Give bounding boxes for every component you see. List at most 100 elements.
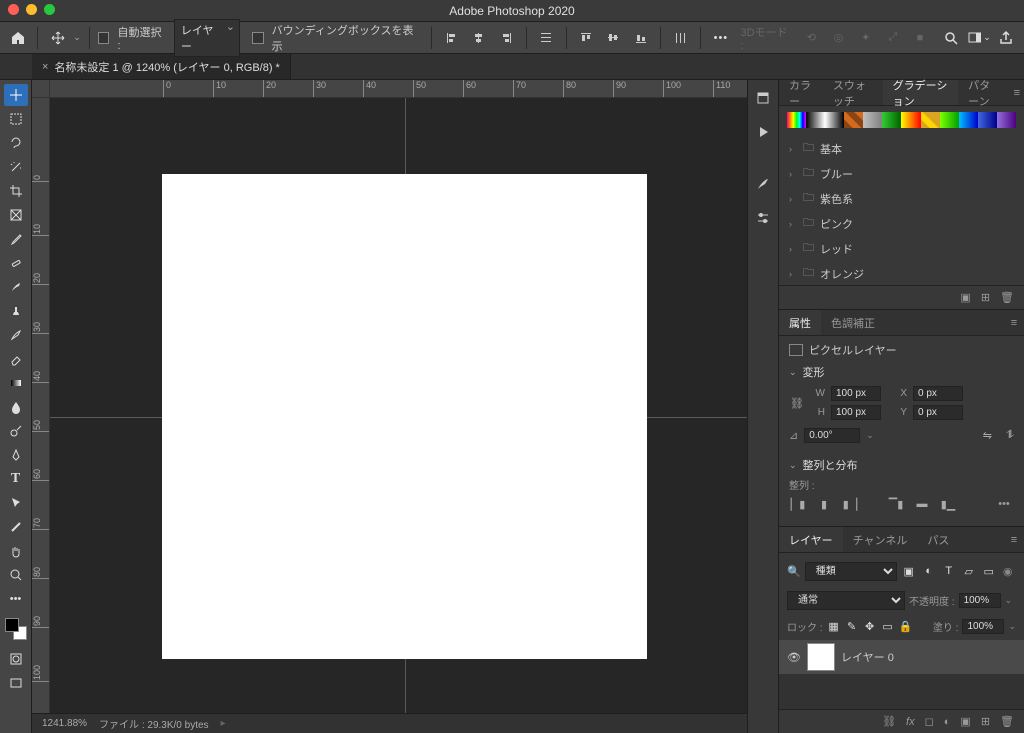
blend-mode-dropdown[interactable]: 通常 [787, 591, 905, 610]
home-button[interactable] [6, 26, 29, 50]
gradient-swatch[interactable] [882, 112, 901, 128]
align-right-button[interactable] [495, 26, 518, 50]
gradient-swatch[interactable] [863, 112, 882, 128]
align-right-btn[interactable]: ▮▕ [841, 496, 859, 512]
gradient-swatch[interactable] [940, 112, 959, 128]
layer-mask-icon[interactable]: ◻ [925, 715, 934, 728]
new-item-icon[interactable]: ⊞ [981, 291, 990, 304]
layer-list[interactable]: 👁 レイヤー 0 [779, 640, 1024, 709]
gradient-swatch[interactable] [997, 112, 1016, 128]
lock-all-icon[interactable]: 🔒 [899, 614, 913, 638]
gradient-swatch[interactable] [806, 112, 825, 128]
color-swatches[interactable] [5, 618, 27, 640]
layer-name[interactable]: レイヤー 0 [841, 649, 894, 665]
history-brush-tool[interactable] [4, 324, 28, 346]
auto-select-target-dropdown[interactable]: レイヤー [174, 19, 240, 57]
auto-select-checkbox[interactable] [98, 32, 110, 44]
gradient-folder-row[interactable]: ›🗀基本 [779, 136, 1024, 161]
marquee-tool[interactable] [4, 108, 28, 130]
type-tool[interactable]: T [4, 468, 28, 490]
history-panel-icon[interactable] [751, 86, 775, 110]
align-top-btn[interactable]: ▔▮ [887, 496, 905, 512]
flip-h-icon[interactable]: ⇋ [983, 429, 992, 442]
lock-position-icon[interactable]: ✥ [863, 614, 877, 638]
tab-channels[interactable]: チャンネル [843, 527, 918, 552]
layer-visibility-icon[interactable]: 👁 [787, 651, 801, 664]
width-input[interactable] [831, 386, 881, 401]
layer-filter-dropdown[interactable]: 種類 [805, 562, 897, 581]
tab-paths[interactable]: パス [917, 527, 959, 552]
filter-adjust-icon[interactable]: ◐ [921, 559, 937, 583]
trash-icon[interactable]: 🗑 [1000, 291, 1014, 304]
document-tab[interactable]: × 名称未設定 1 @ 1240% (レイヤー 0, RGB/8) * [32, 54, 291, 79]
move-tool-icon[interactable] [46, 26, 69, 50]
eyedropper-tool[interactable] [4, 228, 28, 250]
gradient-folder-row[interactable]: ›🗀ブルー [779, 161, 1024, 186]
move-tool[interactable] [4, 84, 28, 106]
panel-menu-button[interactable]: ≡ [1004, 527, 1024, 552]
shape-tool[interactable] [4, 516, 28, 538]
gradient-swatch[interactable] [978, 112, 997, 128]
quickmask-button[interactable] [4, 648, 28, 670]
dodge-tool[interactable] [4, 420, 28, 442]
gradient-swatch[interactable] [787, 112, 806, 128]
zoom-tool[interactable] [4, 564, 28, 586]
tab-swatches[interactable]: スウォッチ [823, 80, 883, 105]
brush-tool[interactable] [4, 276, 28, 298]
align-vcenter-btn[interactable]: ▬ [913, 496, 931, 512]
filter-toggle[interactable]: ◉ [1001, 559, 1015, 583]
tab-patterns[interactable]: パターン [958, 80, 1009, 105]
align-left-button[interactable] [440, 26, 463, 50]
gradient-swatch[interactable] [959, 112, 978, 128]
panel-menu-button[interactable]: ≡ [1010, 80, 1024, 105]
link-layers-icon[interactable]: ⛓ [882, 715, 896, 728]
flip-v-icon[interactable]: ⥮ [1006, 429, 1014, 442]
canvas-viewport[interactable] [50, 98, 747, 713]
heal-tool[interactable] [4, 252, 28, 274]
tab-color[interactable]: カラー [779, 80, 823, 105]
align-bottom-button[interactable] [629, 26, 652, 50]
hand-tool[interactable] [4, 540, 28, 562]
edit-toolbar-button[interactable]: ••• [4, 588, 28, 610]
tab-gradients[interactable]: グラデーション [883, 80, 959, 105]
gradient-folder-row[interactable]: ›🗀紫色系 [779, 186, 1024, 211]
align-left-btn[interactable]: ▏▮ [789, 496, 807, 512]
share-button[interactable] [995, 26, 1018, 50]
new-folder-icon[interactable]: ▣ [960, 291, 970, 304]
lasso-tool[interactable] [4, 132, 28, 154]
gradient-folder-row[interactable]: ›🗀ピンク [779, 211, 1024, 236]
brushes-panel-icon[interactable] [751, 172, 775, 196]
stamp-tool[interactable] [4, 300, 28, 322]
gradient-swatch[interactable] [921, 112, 940, 128]
dist-2-button[interactable] [669, 26, 692, 50]
gradient-folder-row[interactable]: ›🗀オレンジ [779, 261, 1024, 285]
lock-paint-icon[interactable]: ✎ [845, 614, 859, 638]
zoom-window-button[interactable] [44, 4, 55, 15]
align-section-header[interactable]: ⌄整列と分布 [779, 453, 1024, 477]
artboard[interactable] [162, 174, 647, 659]
filter-shape-icon[interactable]: ▱ [961, 559, 977, 583]
tool-dropdown-chevron[interactable]: ⌄ [73, 32, 81, 43]
minimize-window-button[interactable] [26, 4, 37, 15]
workspace-button[interactable]: ⌄ [967, 26, 991, 50]
eraser-tool[interactable] [4, 348, 28, 370]
gradient-swatch[interactable] [901, 112, 920, 128]
tab-properties[interactable]: 属性 [779, 310, 821, 335]
align-more-button[interactable]: ••• [994, 496, 1014, 512]
path-select-tool[interactable] [4, 492, 28, 514]
tab-layers[interactable]: レイヤー [779, 527, 843, 552]
crop-tool[interactable] [4, 180, 28, 202]
close-window-button[interactable] [8, 4, 19, 15]
height-input[interactable] [831, 405, 881, 420]
link-wh-icon[interactable]: ⛓ [789, 397, 805, 410]
dist-1-button[interactable] [535, 26, 558, 50]
zoom-level[interactable]: 1241.88% [42, 718, 87, 729]
transform-section-header[interactable]: ⌄変形 [779, 360, 1024, 384]
new-layer-icon[interactable]: ⊞ [981, 715, 990, 728]
new-group-icon[interactable]: ▣ [960, 715, 970, 728]
actions-panel-icon[interactable] [751, 120, 775, 144]
lock-pixels-icon[interactable]: ▦ [827, 614, 841, 638]
y-input[interactable] [913, 405, 963, 420]
wand-tool[interactable] [4, 156, 28, 178]
panel-menu-button[interactable]: ≡ [1004, 310, 1024, 335]
